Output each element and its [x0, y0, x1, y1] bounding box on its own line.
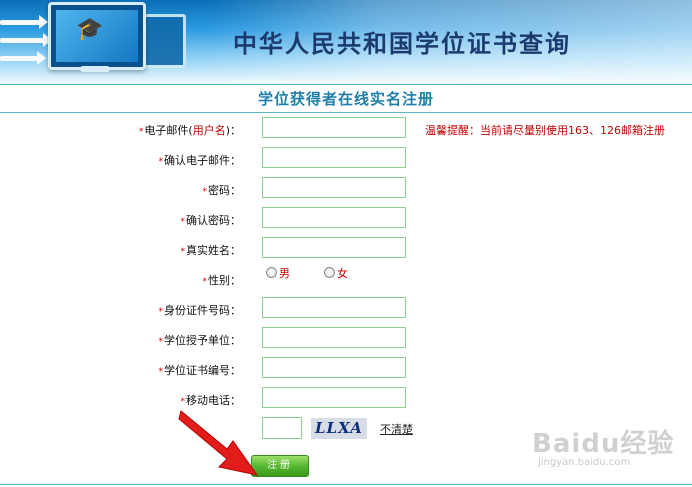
institution-label: *学位授予单位：: [158, 334, 242, 347]
site-title: 中华人民共和国学位证书查询: [233, 29, 571, 58]
required-mark: *: [180, 247, 186, 257]
password-label: *密码：: [202, 184, 242, 197]
gender-male-radio[interactable]: [266, 267, 277, 278]
id-number-field[interactable]: [262, 297, 406, 318]
required-mark: *: [202, 187, 208, 197]
watermark-brand: Baidu经验: [532, 429, 675, 459]
monitor-stand: [80, 66, 110, 72]
id-number-label: *身份证件号码：: [158, 304, 242, 317]
required-mark: *: [158, 337, 164, 347]
required-mark: *: [158, 367, 164, 377]
confirm-email-field[interactable]: [262, 147, 406, 168]
required-mark: *: [138, 127, 144, 137]
monitor-graphic: 🎓: [48, 2, 146, 70]
banner-arrow: [0, 15, 48, 29]
required-mark: *: [158, 157, 164, 167]
required-mark: *: [180, 217, 186, 227]
gender-female-label[interactable]: 女: [337, 265, 348, 281]
institution-field[interactable]: [262, 327, 406, 348]
gender-label: *性别：: [202, 274, 242, 287]
divider: [0, 84, 692, 85]
email-field[interactable]: [262, 117, 406, 138]
divider: [0, 112, 692, 113]
mobile-field[interactable]: [262, 387, 406, 408]
captcha-image[interactable]: LLXA: [311, 418, 367, 439]
gender-male-label[interactable]: 男: [279, 265, 290, 281]
graduation-cap-icon: 🎓: [76, 17, 104, 42]
confirm-email-label: *确认电子邮件：: [158, 154, 242, 167]
divider: [0, 484, 692, 485]
banner-arrow: [0, 51, 46, 65]
baidu-watermark: Baidu经验 jingyan.baidu.com: [532, 423, 675, 468]
captcha-refresh-link[interactable]: 不清楚: [380, 421, 413, 437]
hint-text: 温馨提醒：当前请尽量别使用163、126邮箱注册: [425, 124, 665, 137]
required-mark: *: [202, 277, 208, 287]
form-title: 学位获得者在线实名注册: [257, 90, 434, 108]
real-name-field[interactable]: [262, 237, 406, 258]
confirm-password-field[interactable]: [262, 207, 406, 228]
password-field[interactable]: [262, 177, 406, 198]
gender-female-radio[interactable]: [324, 267, 335, 278]
certificate-number-label: *学位证书编号：: [158, 364, 242, 377]
header-banner: 🎓 中华人民共和国学位证书查询: [0, 0, 692, 82]
confirm-password-label: *确认密码：: [180, 214, 242, 227]
watermark-url: jingyan.baidu.com: [538, 457, 631, 468]
banner-arrow: [0, 33, 52, 47]
email-label: *电子邮件(用户名)：: [138, 124, 241, 137]
real-name-label: *真实姓名：: [180, 244, 242, 257]
captcha-input[interactable]: [262, 417, 302, 439]
required-mark: *: [158, 307, 164, 317]
annotation-arrow-icon: [178, 410, 259, 476]
certificate-number-field[interactable]: [262, 357, 406, 378]
